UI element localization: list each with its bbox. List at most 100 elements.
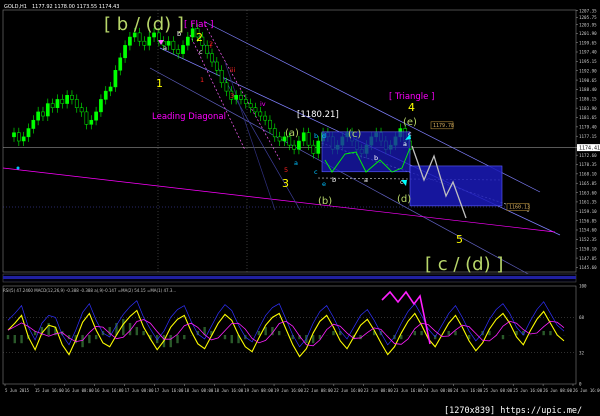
macd-bar [122, 319, 125, 336]
candle-body [263, 115, 267, 121]
price-tag-1160: 1160.13 [506, 203, 530, 211]
time-tick-label: 22 Jun 16:00 [334, 388, 363, 393]
wave-minor-label: iv [260, 100, 266, 108]
candle-body [60, 99, 65, 104]
wave-minor-label: a [294, 159, 298, 167]
price-tick-label: 1190.65 [579, 78, 597, 83]
price-tick-label: 1163.60 [579, 190, 597, 195]
chart-canvas: 1207.35 1205.75 1203.95 1201.90 1199.65 1197.… [0, 0, 600, 416]
volume-strip-fill [3, 276, 576, 279]
label-1180: [1180.21] [297, 110, 339, 120]
label-wave-b: (b) [318, 196, 332, 207]
wave-minor-label: a [403, 140, 407, 148]
projection-box [409, 165, 503, 207]
indicator-header: RSI(5) 47.2460 MACD(12,26,9) -0.388 -0.3… [3, 288, 176, 293]
price-tick-label: 1205.75 [579, 15, 597, 20]
label-c-d: [ c / (d) ] [425, 254, 503, 275]
wave-minor-label: 5 [284, 166, 288, 174]
price-tick-label: 1150.10 [579, 246, 597, 251]
wave-minor-label: c [199, 48, 203, 56]
price-tick-label: 1168.10 [579, 172, 597, 177]
label-wave-e: (e) [403, 117, 417, 128]
label-wave-5: 5 [456, 233, 463, 246]
price-tick-label: 1154.60 [579, 228, 597, 233]
price-tick-label: 1147.85 [579, 256, 597, 261]
candle-body [45, 103, 50, 117]
macd-bar [420, 331, 423, 336]
watermark: [1270x839] https://upic.me/ [444, 406, 582, 416]
wave-minor-label: e [322, 180, 326, 188]
price-label-1160: 1160.13 [509, 205, 530, 211]
label-leading-diagonal: Leading Diagonal [152, 112, 226, 122]
indicator-tick-label: 100 [579, 284, 587, 289]
candle-body [12, 132, 16, 138]
macd-bar [501, 335, 505, 340]
time-tick-label: 16 Jun 16:00 [95, 388, 124, 393]
candle-body [297, 140, 301, 150]
price-tick-label: 1199.65 [579, 40, 597, 45]
time-tick-label: 24 Jun 16:00 [453, 388, 482, 393]
candle-body [243, 99, 248, 104]
chart-window: 1207.35 1205.75 1203.95 1201.90 1199.65 1197.… [0, 0, 600, 416]
marker-dot [16, 166, 20, 170]
price-tick-label: 1145.60 [579, 265, 597, 270]
price-tick-label: 1207.35 [579, 8, 597, 13]
indicator-tick-label: 68 [579, 315, 585, 320]
macd-bar [542, 331, 545, 336]
candle-body [84, 111, 89, 125]
wave-minor-label: b [374, 154, 378, 162]
candle-body [311, 144, 316, 154]
time-tick-label: 25 Jun 08:00 [483, 388, 512, 393]
wave-minor-label: a [163, 44, 167, 52]
price-tick-label: 1181.65 [579, 115, 597, 120]
candle-body [74, 99, 79, 108]
triangle-box [321, 131, 411, 173]
time-tick-label: 19 Jun 08:00 [244, 388, 273, 393]
label-wave-2: 2 [196, 31, 203, 44]
candle-body [176, 49, 181, 54]
macd-bar [20, 335, 23, 344]
time-tick-label: 5 Jun 2015 [5, 388, 30, 393]
candle-body [268, 119, 272, 129]
candle-body [210, 53, 214, 63]
price-tick-label: 1188.40 [579, 87, 597, 92]
macd-bar [88, 335, 91, 344]
macd-bar [413, 331, 417, 336]
label-triangle: [ Triangle ] [389, 92, 434, 102]
candle-body [99, 99, 103, 113]
macd-bar [264, 327, 267, 336]
price-tick-label: 1203.95 [579, 22, 597, 27]
macd-bar [176, 335, 179, 344]
candle-body [253, 107, 258, 113]
macd-bar [142, 331, 145, 336]
time-tick-label: 23 Jun 16:00 [394, 388, 423, 393]
macd-bar [81, 335, 84, 348]
macd-bar [332, 331, 335, 336]
wave-minor-label: 2 [209, 40, 213, 48]
label-wave-d: (d) [397, 194, 411, 205]
candle-body [166, 40, 171, 46]
symbol-label: GOLD,H1 [4, 4, 27, 10]
candle-body [65, 95, 69, 104]
macd-bar [94, 335, 98, 340]
wave-minor-label: b [332, 176, 336, 184]
wave-minor-label: 3 [230, 92, 234, 100]
candle-body [21, 136, 26, 142]
candle-body [234, 95, 238, 100]
candle-body [128, 36, 132, 46]
macd-bar [230, 335, 233, 344]
time-tick-label: 17 Jun 08:00 [125, 388, 154, 393]
time-tick-label: 23 Jun 08:00 [364, 388, 393, 393]
candle-body [171, 40, 176, 50]
price-tick-label: 1192.90 [579, 68, 597, 73]
macd-bar [223, 335, 227, 340]
candle-body [79, 107, 84, 113]
price-tick-label: 1152.35 [579, 237, 597, 242]
price-tick-label: 1156.85 [579, 218, 597, 223]
macd-bar [454, 331, 457, 336]
candle-body [41, 111, 45, 117]
candle-body [16, 132, 21, 142]
macd-bar [549, 331, 552, 336]
candle-body [118, 57, 123, 71]
candle-body [186, 36, 190, 46]
